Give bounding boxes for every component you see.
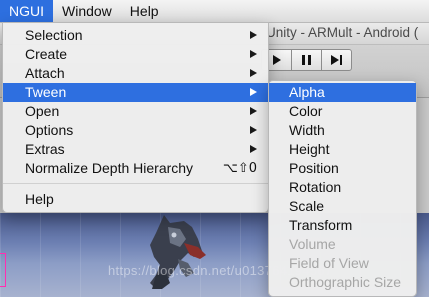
menu-separator (3, 183, 268, 184)
menu-item-normalize-depth-hierarchy[interactable]: Normalize Depth Hierarchy ⌥⇧0 (3, 159, 268, 178)
menu-item-selection[interactable]: Selection (3, 26, 268, 45)
pause-icon (302, 55, 311, 65)
submenu-arrow-icon (250, 88, 257, 96)
menu-window[interactable]: Window (53, 0, 121, 22)
submenu-arrow-icon (250, 69, 257, 77)
menu-item-tween[interactable]: Tween (3, 83, 268, 102)
submenu-arrow-icon (250, 31, 257, 39)
tween-submenu: Alpha Color Width Height Position Rotati… (268, 80, 417, 297)
menu-item-help[interactable]: Help (3, 190, 268, 209)
submenu-item-field-of-view: Field of View (289, 255, 369, 271)
menu-item-label: Normalize Depth Hierarchy (25, 160, 194, 176)
character-model[interactable] (140, 213, 220, 297)
pause-button[interactable] (291, 49, 322, 71)
submenu-item-orthographic-size: Orthographic Size (289, 274, 402, 290)
submenu-item-width[interactable]: Width (269, 121, 416, 140)
ngui-menu: Selection Create Attach Tween Open Optio… (2, 22, 269, 213)
menu-item-create[interactable]: Create (3, 45, 268, 64)
submenu-arrow-icon (250, 126, 257, 134)
window-title: Unity - ARMult - Android ( (266, 25, 419, 40)
menu-item-attach[interactable]: Attach (3, 64, 268, 83)
step-icon (331, 55, 342, 65)
submenu-arrow-icon (250, 50, 257, 58)
submenu-item-transform[interactable]: Transform (269, 216, 416, 235)
menu-item-label: Extras (25, 141, 65, 157)
submenu-item-scale[interactable]: Scale (269, 197, 416, 216)
play-controls (261, 49, 352, 71)
submenu-item-height[interactable]: Height (269, 140, 416, 159)
menu-help[interactable]: Help (121, 0, 168, 22)
menu-item-label: Options (25, 122, 74, 138)
selection-marker (0, 253, 6, 287)
menu-bar: NGUI Window Help (0, 0, 429, 23)
menu-item-label: Tween (25, 84, 67, 100)
menu-item-extras[interactable]: Extras (3, 140, 268, 159)
submenu-arrow-icon (250, 145, 257, 153)
submenu-item-color[interactable]: Color (269, 102, 416, 121)
menu-ngui[interactable]: NGUI (0, 0, 53, 22)
submenu-arrow-icon (250, 107, 257, 115)
submenu-item-position[interactable]: Position (269, 159, 416, 178)
submenu-item-volume: Volume (289, 236, 336, 252)
keyboard-shortcut: ⌥⇧0 (222, 161, 257, 176)
menu-item-open[interactable]: Open (3, 102, 268, 121)
menu-item-label: Open (25, 103, 60, 119)
step-button[interactable] (321, 49, 352, 71)
menu-item-label: Selection (25, 27, 83, 43)
menu-item-options[interactable]: Options (3, 121, 268, 140)
submenu-item-rotation[interactable]: Rotation (269, 178, 416, 197)
menu-item-label: Attach (25, 65, 65, 81)
play-icon (272, 55, 281, 65)
menu-item-label: Create (25, 46, 68, 62)
submenu-item-alpha[interactable]: Alpha (269, 83, 416, 102)
menu-item-label: Help (25, 191, 54, 207)
